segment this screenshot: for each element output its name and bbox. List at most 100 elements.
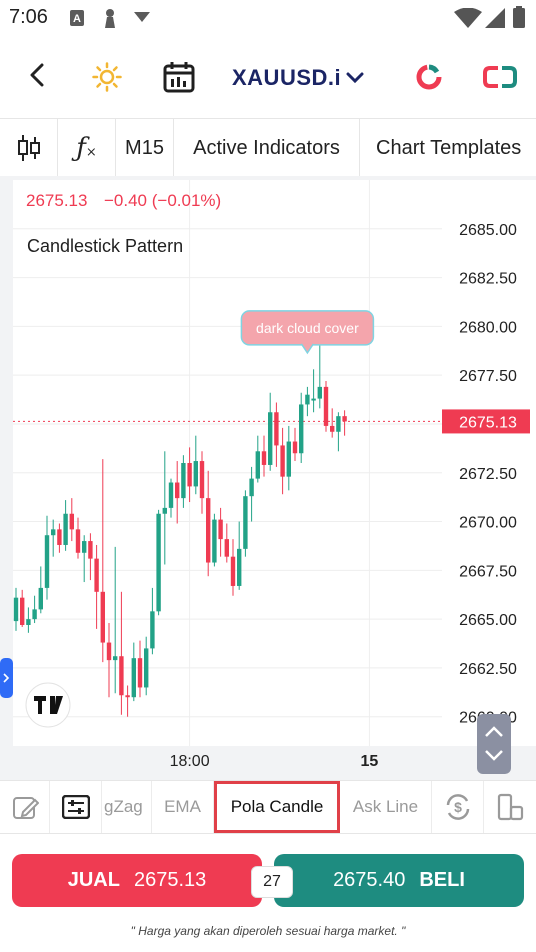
- time-axis: 18:00 15: [170, 753, 379, 770]
- candle-body: [187, 463, 192, 487]
- candle-body: [57, 529, 62, 545]
- y-tick-label: 2672.50: [459, 466, 517, 483]
- candle-body: [137, 658, 143, 688]
- candle-body: [26, 619, 31, 625]
- candle-body: [144, 648, 149, 688]
- indicator-tabs: gZag EMA Pola Candle Ask Line $: [0, 780, 536, 834]
- candle-body: [63, 513, 68, 545]
- candle-body: [113, 656, 118, 661]
- candle-body: [230, 556, 236, 586]
- tab-ema[interactable]: EMA: [152, 781, 214, 833]
- scroll-button[interactable]: [477, 714, 511, 774]
- candle-body: [131, 658, 136, 698]
- y-tick-label: 2667.50: [459, 563, 517, 580]
- candle-body: [292, 441, 298, 454]
- download-icon: [134, 12, 150, 22]
- sliders-icon: [61, 795, 90, 819]
- x-tick-label: 15: [361, 753, 379, 770]
- market-status-button[interactable]: [412, 60, 446, 94]
- candle-body: [342, 416, 347, 422]
- candle-body: [175, 482, 180, 499]
- active-indicators-button[interactable]: Active Indicators: [174, 119, 360, 177]
- notification-icon: [105, 9, 115, 28]
- chart-toolbar: ƒ× M15 Active Indicators Chart Templates: [0, 118, 536, 178]
- candle-body: [20, 597, 25, 625]
- candle-body: [323, 386, 329, 426]
- sell-button[interactable]: JUAL 2675.13: [12, 854, 262, 907]
- chart-area[interactable]: 2685.002682.502680.002677.502675.002672.…: [0, 176, 536, 780]
- settings-panel-button[interactable]: [50, 781, 102, 833]
- notification-a-icon: A: [70, 10, 84, 26]
- candle-body: [218, 519, 223, 540]
- plot-background: [13, 180, 442, 746]
- candle-body: [206, 498, 211, 563]
- x-tick-label: 18:00: [170, 753, 210, 770]
- tab-pola-candle[interactable]: Pola Candle: [214, 781, 340, 833]
- candle-body: [212, 519, 217, 563]
- candle-body: [299, 404, 304, 454]
- chevron-down-icon: [346, 72, 364, 84]
- svg-text:A: A: [73, 13, 81, 25]
- pencil-icon: [12, 797, 39, 819]
- candle-body: [51, 529, 56, 536]
- candle-body: [261, 451, 267, 465]
- back-arrow-icon: [30, 63, 44, 87]
- signal-icon: [485, 8, 505, 28]
- chart-type-button[interactable]: [0, 119, 58, 177]
- price-note: " Harga yang akan diperoleh sesuai harga…: [130, 924, 406, 938]
- candle-body: [249, 478, 254, 497]
- candle-body: [168, 482, 174, 508]
- symbol-name: XAUUSD.i: [232, 65, 342, 90]
- candle-body: [156, 513, 161, 612]
- svg-text:dark cloud cover: dark cloud cover: [256, 320, 359, 336]
- theme-toggle-button[interactable]: [90, 60, 124, 94]
- wifi-icon: [454, 8, 482, 28]
- candle-body: [274, 412, 279, 446]
- candle-body: [286, 441, 291, 477]
- candle-body: [94, 558, 99, 592]
- candle-body: [330, 425, 335, 432]
- candlestick-chart[interactable]: 2685.002682.502680.002677.502675.002672.…: [0, 176, 536, 780]
- svg-text:2675.13: 2675.13: [459, 414, 517, 431]
- chart-templates-button[interactable]: Chart Templates: [360, 119, 536, 177]
- trade-mode-button[interactable]: [480, 60, 520, 94]
- timeframe-button[interactable]: M15: [116, 119, 174, 177]
- indicators-button[interactable]: ƒ×: [58, 119, 116, 177]
- candle-body: [88, 541, 93, 559]
- last-price-label: 2675.13: [26, 191, 87, 210]
- status-time: 7:06: [9, 6, 48, 28]
- candle-body: [193, 461, 198, 487]
- candle-body: [75, 529, 81, 553]
- back-button[interactable]: [20, 58, 54, 92]
- candle-body: [69, 513, 74, 530]
- candle-body: [44, 535, 50, 588]
- spread-badge: 27: [251, 866, 293, 898]
- left-panel-toggle[interactable]: [0, 658, 13, 698]
- indicator-title: Candlestick Pattern: [27, 236, 183, 256]
- candle-body: [311, 398, 316, 401]
- layout-button[interactable]: [484, 781, 536, 833]
- currency-switch-button[interactable]: $: [432, 781, 484, 833]
- market-status-icon: [416, 64, 442, 90]
- y-tick-label: 2662.50: [459, 661, 517, 678]
- sell-price: 2675.13: [133, 869, 207, 891]
- tab-ask-line[interactable]: Ask Line: [340, 781, 432, 833]
- function-icon: ƒ×: [76, 133, 97, 163]
- candle-body: [224, 539, 229, 557]
- drawing-tool-button[interactable]: [0, 781, 50, 833]
- candle-body: [125, 695, 130, 698]
- trade-mode-icon: [483, 66, 517, 88]
- y-tick-label: 2665.00: [459, 612, 517, 629]
- candle-body: [119, 656, 124, 696]
- buy-button[interactable]: 2675.40 BELI: [274, 854, 524, 907]
- candle-body: [280, 445, 285, 477]
- candle-body: [255, 451, 260, 479]
- candle-body: [13, 597, 19, 622]
- price-change-label: −0.40 (−0.01%): [104, 191, 221, 210]
- calendar-button[interactable]: [160, 58, 198, 96]
- tab-zigzag[interactable]: gZag: [102, 781, 152, 833]
- y-tick-label: 2685.00: [459, 222, 517, 239]
- symbol-selector[interactable]: XAUUSD.i: [228, 56, 373, 100]
- candle-body: [237, 548, 242, 586]
- current-price-tag: 2675.13: [442, 409, 530, 434]
